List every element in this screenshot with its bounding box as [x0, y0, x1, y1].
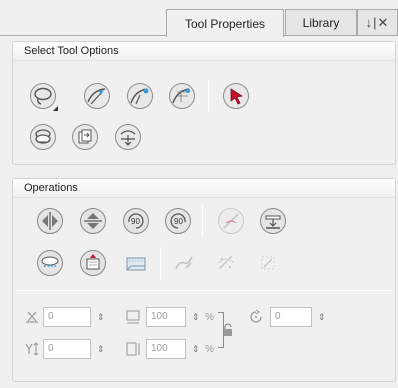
- angle-spinner[interactable]: ⇕: [318, 307, 328, 327]
- apply-to-all-drawings-button[interactable]: [68, 120, 102, 154]
- height-scale-field[interactable]: 100: [146, 339, 186, 359]
- angle-field[interactable]: 0: [270, 307, 312, 327]
- tab-strip: Tool Properties Library ↓|✕: [0, 0, 398, 37]
- snap-to-contour-button[interactable]: [123, 79, 157, 113]
- width-scale-spinner[interactable]: ⇕: [192, 307, 202, 327]
- flip-horizontal-button[interactable]: [33, 204, 67, 238]
- angle-icon: [246, 307, 266, 327]
- rotate-90-cw-button[interactable]: 90: [119, 204, 153, 238]
- lock-proportion-icon[interactable]: [221, 323, 235, 337]
- x-position-field[interactable]: 0: [43, 307, 91, 327]
- select-button[interactable]: [219, 79, 253, 113]
- flatten-button[interactable]: [256, 204, 290, 238]
- flip-vertical-button[interactable]: [76, 204, 110, 238]
- toolbar-separator: [208, 80, 209, 112]
- snap-and-align-button[interactable]: [80, 79, 114, 113]
- create-colour-art-icon: [37, 250, 63, 276]
- apply-to-line-and-colour-button[interactable]: [26, 120, 60, 154]
- create-colour-art-button[interactable]: [33, 246, 67, 280]
- smooth-button[interactable]: [214, 204, 248, 238]
- distribute-to-layers-icon: [126, 257, 146, 271]
- remove-dirt-button[interactable]: [209, 246, 243, 280]
- select-tool-options-group: Select Tool Options: [12, 41, 396, 165]
- select-arrow-icon: [223, 83, 249, 109]
- permanent-selection-button[interactable]: [111, 120, 145, 154]
- convert-pencil-lines-button[interactable]: [167, 246, 201, 280]
- create-empty-art-icon: [80, 250, 106, 276]
- lasso-button[interactable]: [26, 79, 60, 113]
- convert-brush-to-pencil-button[interactable]: [251, 246, 285, 280]
- convert-brush-to-pencil-icon: [261, 256, 275, 270]
- rotate-90-cw-icon: 90: [123, 208, 149, 234]
- width-scale-field[interactable]: 100: [146, 307, 186, 327]
- snap-to-grid-icon: [169, 83, 195, 109]
- tab-library[interactable]: Library: [285, 9, 357, 36]
- snap-to-grid-button[interactable]: [165, 79, 199, 113]
- x-position-spinner[interactable]: ⇕: [97, 307, 107, 327]
- remove-dirt-icon: [217, 255, 235, 270]
- rotate-cw-label: 90: [131, 217, 140, 226]
- operations-group: Operations 90 90 0 ⇕ 100 ⇕ % 0 ⇕ 0 ⇕ 100…: [12, 178, 396, 382]
- width-percent-unit: %: [205, 312, 214, 323]
- snap-to-contour-icon: [127, 83, 153, 109]
- apply-to-line-and-colour-icon: [30, 124, 56, 150]
- operations-separator: [202, 205, 203, 237]
- operations-separator-2: [160, 247, 161, 279]
- height-percent-unit: %: [205, 344, 214, 355]
- flip-vertical-icon: [80, 208, 106, 234]
- x-position-icon: [22, 307, 42, 327]
- operations-title: Operations: [13, 179, 395, 198]
- y-position-field[interactable]: 0: [43, 339, 91, 359]
- permanent-selection-icon: [115, 124, 141, 150]
- rotate-ccw-label: 90: [174, 217, 183, 226]
- snap-and-align-icon: [84, 83, 110, 109]
- width-icon: [123, 307, 143, 327]
- distribute-to-layers-button[interactable]: [119, 246, 153, 280]
- smooth-icon: [218, 208, 244, 234]
- panel-menu-controls[interactable]: ↓|✕: [357, 9, 398, 36]
- rotate-90-ccw-button[interactable]: 90: [161, 204, 195, 238]
- y-position-spinner[interactable]: ⇕: [97, 339, 107, 359]
- select-tool-options-title: Select Tool Options: [13, 42, 395, 61]
- flatten-icon: [260, 208, 286, 234]
- tab-tool-properties[interactable]: Tool Properties: [166, 9, 284, 37]
- operations-divider: [17, 290, 391, 291]
- height-icon: [123, 339, 143, 359]
- convert-pencil-lines-icon: [175, 256, 193, 270]
- y-position-icon: [22, 339, 42, 359]
- flip-horizontal-icon: [37, 208, 63, 234]
- tool-menu-indicator: [53, 106, 58, 111]
- create-empty-art-button[interactable]: [76, 246, 110, 280]
- apply-to-all-drawings-icon: [72, 124, 98, 150]
- height-scale-spinner[interactable]: ⇕: [192, 339, 202, 359]
- rotate-90-ccw-icon: 90: [165, 208, 191, 234]
